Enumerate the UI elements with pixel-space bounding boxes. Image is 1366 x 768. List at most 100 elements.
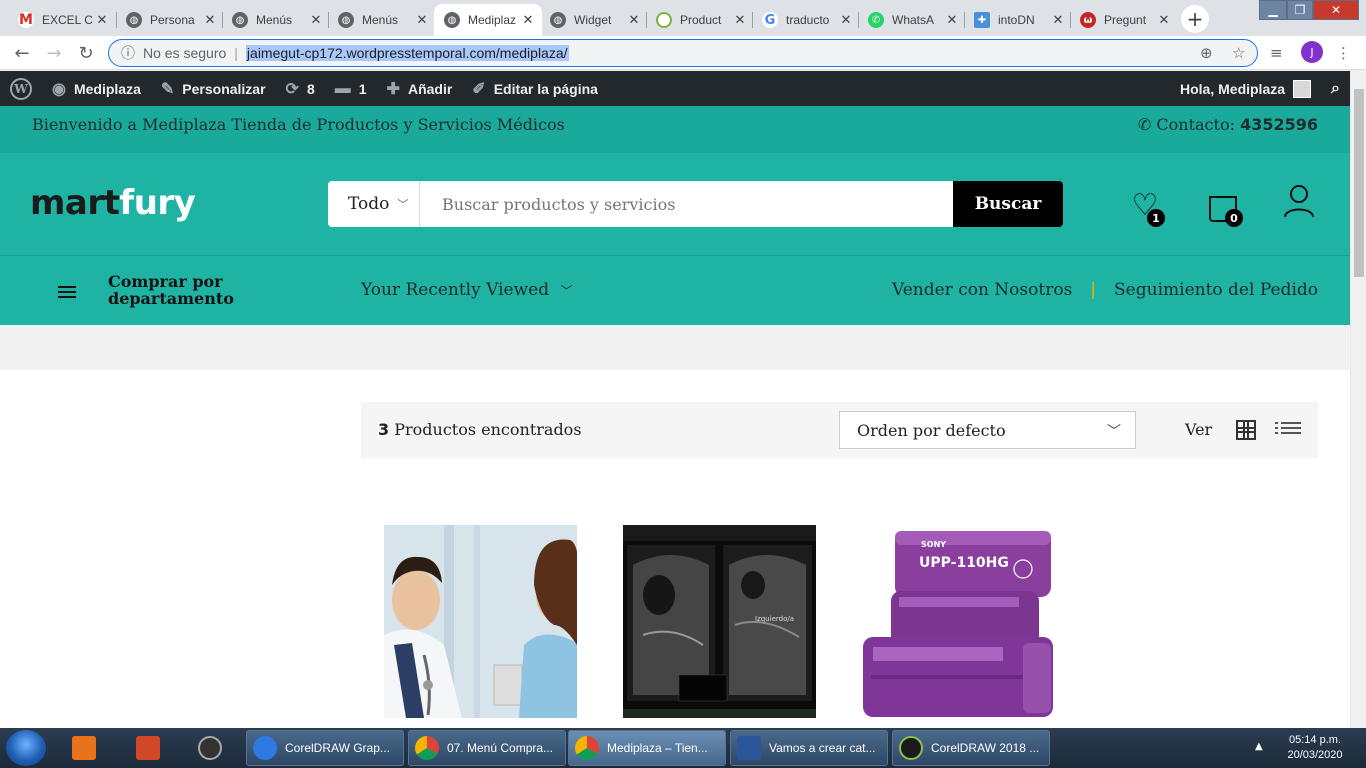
chrome-icon [575,736,599,760]
recently-viewed-menu[interactable]: Your Recently Viewed ﹀ [361,280,573,300]
start-button[interactable] [6,730,46,766]
url-text[interactable]: jaimegut-cp172.wordpresstemporal.com/med… [245,45,569,61]
comment-icon: ▬ [334,79,351,97]
close-icon[interactable]: ✕ [732,12,748,28]
page-scrollbar[interactable] [1350,71,1366,728]
grid-view-icon[interactable] [1236,420,1256,440]
powerpoint-pinned[interactable] [136,730,168,766]
close-icon[interactable]: ✕ [1050,12,1066,28]
browser-tab-strip: M EXCEL C ✕ ◍ Persona ✕ ◍ Menús ✕ ◍ Menú… [0,0,1366,36]
account-button[interactable] [1279,183,1319,227]
system-clock[interactable]: 05:14 p.m. 20/03/2020 [1275,733,1355,763]
back-icon[interactable]: ← [10,41,34,65]
product-image-doctor[interactable] [384,525,577,718]
bookmark-star-icon[interactable]: ☆ [1232,44,1245,62]
search-button[interactable]: Buscar [953,181,1063,227]
taskbar-window-word[interactable]: Vamos a crear cat... [730,730,888,766]
minimize-icon[interactable]: ▁ [1259,0,1287,20]
product-image-printer-paper[interactable]: SONY UPP-110HG [863,525,1056,718]
wordpress-logo[interactable]: W [0,71,42,106]
gmail-icon: M [18,12,34,28]
browser-tab[interactable]: ◍ Widget ✕ [540,4,648,36]
wp-comments-link[interactable]: ▬ 1 [325,71,377,106]
wp-add-new-link[interactable]: ✚ Añadir [377,71,463,106]
address-separator: | [234,45,238,61]
wp-edit-page-link[interactable]: ✐ Editar la página [462,71,608,106]
browser-tab[interactable]: Product ✕ [646,4,754,36]
pencil-icon: ✐ [472,80,486,98]
tray-expand-icon[interactable]: ▲ [1255,741,1263,752]
chrome-icon [415,736,439,760]
sell-with-us-link[interactable]: Vender con Nosotros [892,280,1072,300]
reload-icon[interactable]: ↻ [74,41,98,65]
quora-icon: ω [1080,12,1096,28]
browser-tab[interactable]: ✚ intoDN ✕ [964,4,1072,36]
order-tracking-link[interactable]: Seguimiento del Pedido [1114,280,1318,300]
departments-menu[interactable]: Comprar por departamento [108,273,268,307]
browser-tab[interactable]: ✆ WhatsA ✕ [858,4,966,36]
wishlist-button[interactable]: ♡ 1 [1125,183,1165,227]
close-icon[interactable]: ✕ [944,12,960,28]
chevron-down-icon: ﹀ [1107,424,1121,440]
close-window-icon[interactable]: ✕ [1313,0,1359,20]
new-tab-button[interactable]: + [1181,5,1209,33]
close-icon[interactable]: ✕ [414,12,430,28]
forward-icon[interactable]: → [42,41,66,65]
category-select[interactable]: Todo ﹀ [328,181,420,227]
close-icon[interactable]: ✕ [1156,12,1172,28]
view-label: Ver [1185,420,1213,439]
taskbar-window-coreldraw-graphics[interactable]: CorelDRAW Grap... [246,730,404,766]
menu-dots-icon[interactable]: ⋮ [1336,44,1351,62]
whatsapp-icon: ✆ [868,12,884,28]
browser-toolbar: ← → ↻ ⓘ No es seguro | jaimegut-cp172.wo… [0,36,1366,70]
profile-avatar[interactable]: J [1301,41,1323,63]
info-icon[interactable]: ⓘ [121,43,135,63]
wp-account-menu[interactable]: Hola, Mediplaza [1170,71,1321,106]
updates-icon: ⟳ [285,80,299,98]
browser-tab[interactable]: ◍ Menús ✕ [222,4,330,36]
security-label[interactable]: No es seguro [143,45,226,61]
product-search: Todo ﹀ Buscar [328,181,1063,227]
link-divider: | [1090,280,1097,300]
media-player-pinned[interactable] [72,730,104,766]
hamburger-icon[interactable] [58,286,76,298]
taskbar-window-chrome-menu[interactable]: 07. Menú Compra... [408,730,566,766]
browser-tab-active[interactable]: ◍ Mediplaz ✕ [434,4,542,36]
windows-taskbar: CorelDRAW Grap... 07. Menú Compra... Med… [0,728,1366,768]
close-icon[interactable]: ✕ [94,12,110,28]
wp-customize-link[interactable]: ✎ Personalizar [151,71,276,106]
close-icon[interactable]: ✕ [838,12,854,28]
wp-updates-link[interactable]: ⟳ 8 [276,71,325,106]
wp-search-icon[interactable]: ⌕ [1321,71,1350,106]
close-icon[interactable]: ✕ [308,12,324,28]
site-logo[interactable]: martfury [30,183,196,223]
media-control-icon[interactable]: ≡ [1270,44,1283,62]
browser-tab[interactable]: G traducto ✕ [752,4,860,36]
browser-tab[interactable]: ◍ Persona ✕ [116,4,224,36]
products-found: 3 Productos encontrados [378,420,582,439]
product-image-ultrasound[interactable]: Izquierdo/a [623,525,816,718]
taskbar-window-coreldraw-2018[interactable]: CorelDRAW 2018 ... [892,730,1050,766]
cart-button[interactable]: 0 [1203,183,1243,227]
shop-content: 3 Productos encontrados Orden por defect… [0,370,1350,728]
zoom-icon[interactable]: ⊕ [1200,44,1213,62]
main-navigation: Comprar por departamento Your Recently V… [0,255,1350,325]
search-input[interactable] [420,181,953,227]
browser-tab[interactable]: M EXCEL C ✕ [8,4,116,36]
contact-info: ✆ Contacto: 4352596 [1137,115,1318,134]
sort-select[interactable]: Orden por defecto ﹀ [839,411,1136,449]
close-icon[interactable]: ✕ [520,12,536,28]
corel-pinned[interactable] [198,730,230,766]
scrollbar-thumb[interactable] [1354,89,1364,277]
close-icon[interactable]: ✕ [626,12,642,28]
taskbar-window-chrome-mediplaza[interactable]: Mediplaza – Tien... [568,730,726,766]
browser-tab[interactable]: ◍ Menús ✕ [328,4,436,36]
browser-tab[interactable]: ω Pregunt ✕ [1070,4,1178,36]
list-view-icon[interactable] [1275,422,1301,440]
address-bar[interactable]: ⓘ No es seguro | jaimegut-cp172.wordpres… [108,39,1258,67]
google-icon: G [762,12,778,28]
wp-site-link[interactable]: ◉ Mediplaza [42,71,151,106]
maximize-icon[interactable]: ❐ [1287,0,1313,20]
close-icon[interactable]: ✕ [202,12,218,28]
chevron-down-icon: ﹀ [397,198,409,211]
